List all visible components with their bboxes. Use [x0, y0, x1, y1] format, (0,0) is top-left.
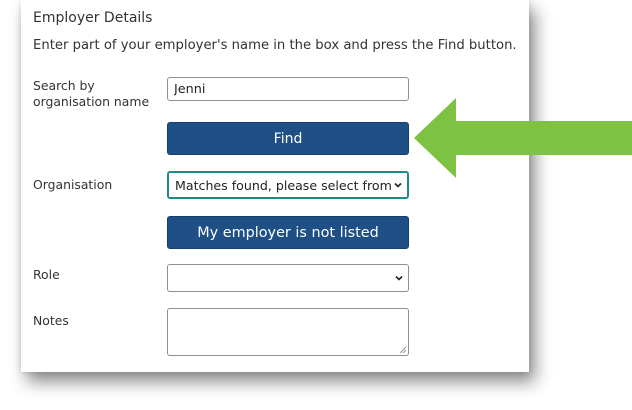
chevron-down-icon [393, 180, 403, 190]
section-title: Employer Details [33, 10, 153, 26]
resize-grip-icon[interactable] [399, 346, 407, 354]
organisation-search-input[interactable] [167, 77, 409, 101]
notes-label: Notes [33, 313, 69, 328]
find-button[interactable]: Find [167, 122, 409, 155]
instructions-text: Enter part of your employer's name in th… [33, 38, 517, 53]
role-label: Role [33, 267, 60, 282]
employer-not-listed-button[interactable]: My employer is not listed [167, 216, 409, 249]
organisation-select[interactable]: Matches found, please select from list [167, 171, 409, 199]
arrow-left-icon [414, 98, 632, 178]
role-select[interactable] [167, 264, 409, 292]
chevron-down-icon [394, 273, 404, 283]
notes-textarea[interactable] [167, 308, 409, 356]
search-label-line2: organisation name [33, 94, 150, 109]
search-label-line1: Search by [33, 78, 95, 93]
search-label: Search by organisation name [33, 78, 149, 110]
employer-details-form: Employer Details Enter part of your empl… [21, 0, 529, 372]
organisation-select-value: Matches found, please select from list [175, 177, 393, 193]
organisation-label: Organisation [33, 177, 113, 192]
